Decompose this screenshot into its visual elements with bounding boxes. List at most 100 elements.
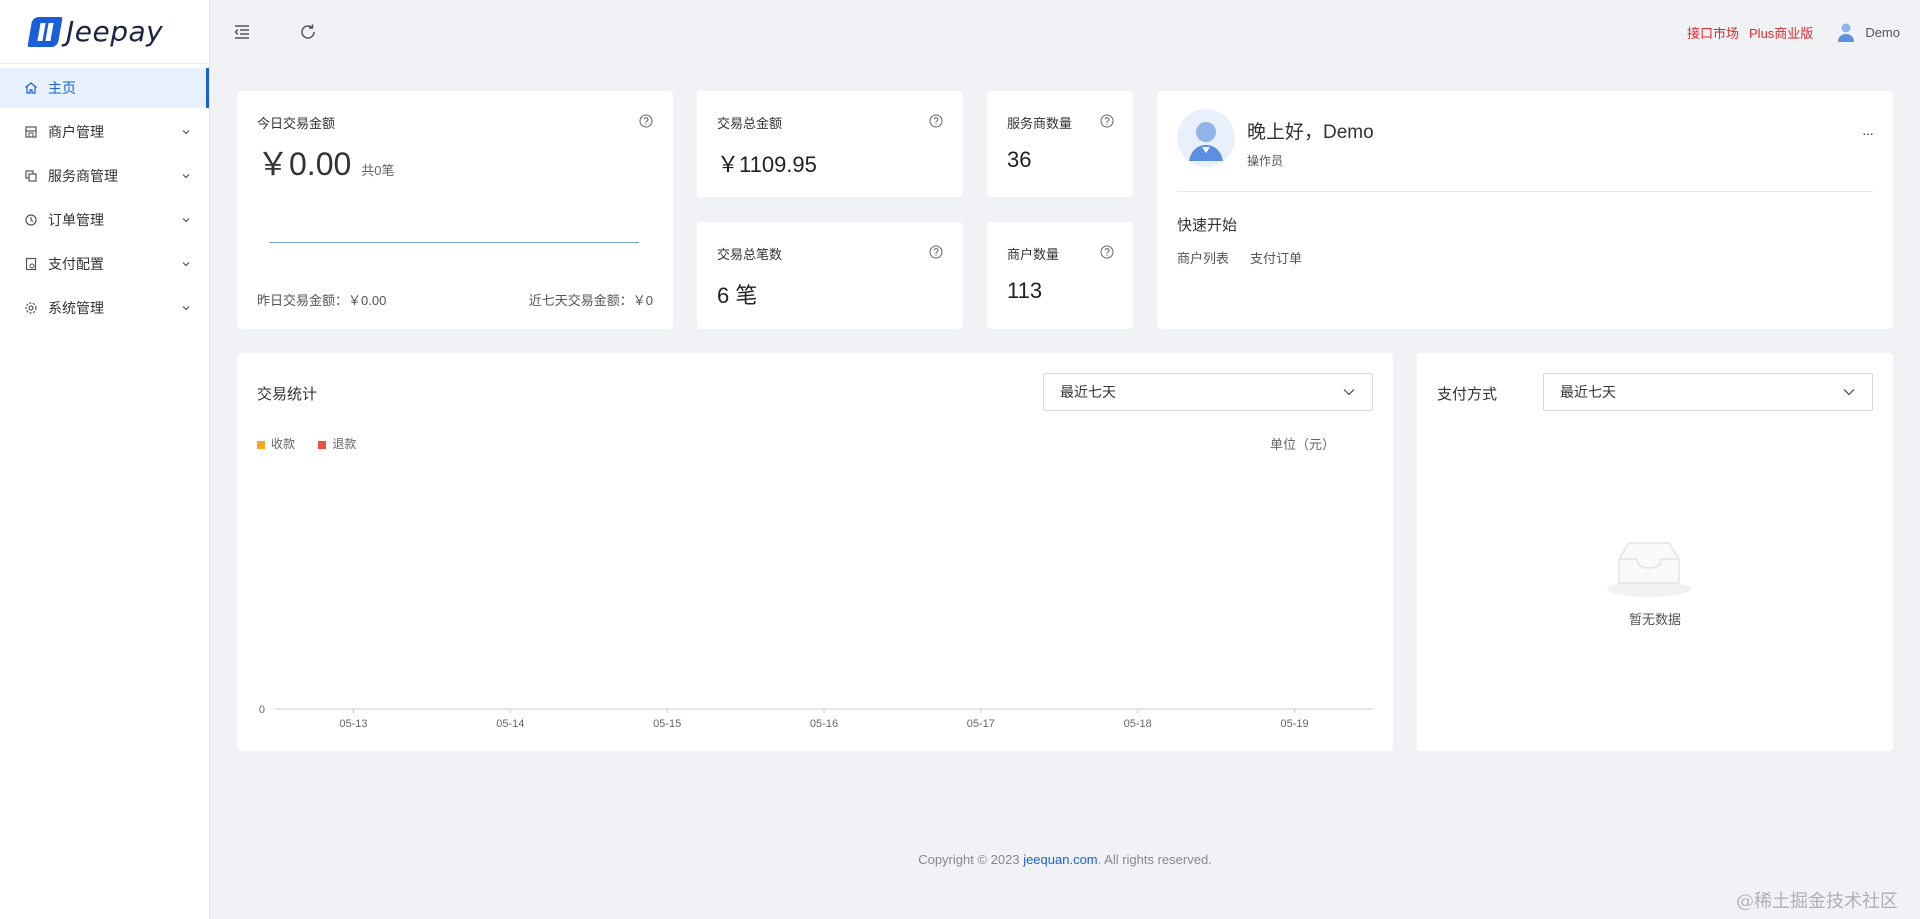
copy-icon bbox=[24, 169, 38, 183]
copyright-prefix: Copyright © 2023 bbox=[918, 852, 1024, 867]
pay-method-card: 支付方式 最近七天 暂无数据 bbox=[1417, 353, 1893, 751]
total-amount-label: 交易总金额 bbox=[717, 116, 783, 131]
sidebar-item-label: 主页 bbox=[48, 80, 76, 96]
help-icon[interactable] bbox=[929, 245, 943, 259]
today-count: 共0笔 bbox=[361, 163, 395, 178]
y-tick-label: 0 bbox=[259, 704, 265, 716]
api-market-link[interactable]: 接口市场 bbox=[1687, 23, 1739, 42]
x-tick-label: 05-18 bbox=[1124, 718, 1152, 730]
merchant-count-label: 商户数量 bbox=[1007, 247, 1060, 262]
avatar bbox=[1177, 109, 1235, 167]
sidebar-item-label: 支付配置 bbox=[48, 256, 104, 272]
trade-stats-title: 交易统计 bbox=[257, 386, 318, 403]
today-amount-label: 今日交易金额 bbox=[257, 116, 336, 131]
week-amount: 近七天交易金额：￥0 bbox=[528, 293, 653, 308]
isv-count-value: 36 bbox=[1007, 147, 1032, 172]
sidebar-item-isv[interactable]: 服务商管理 bbox=[0, 156, 209, 196]
plus-edition-link[interactable]: Plus商业版 bbox=[1749, 23, 1813, 42]
watermark: @稀土掘金技术社区 bbox=[1736, 891, 1898, 912]
user-name: Demo bbox=[1865, 24, 1900, 40]
refresh-icon[interactable] bbox=[296, 20, 320, 44]
sidebar-item-pay-config[interactable]: 支付配置 bbox=[0, 244, 209, 284]
divider bbox=[1177, 191, 1873, 192]
role-label: 操作员 bbox=[1247, 154, 1284, 168]
chevron-down-icon bbox=[181, 127, 191, 137]
sidebar-item-home[interactable]: 主页 bbox=[0, 68, 209, 108]
sidebar-item-order[interactable]: 订单管理 bbox=[0, 200, 209, 240]
trade-range-select[interactable]: 最近七天 bbox=[1043, 373, 1373, 411]
sidebar-item-label: 服务商管理 bbox=[48, 168, 118, 184]
help-icon[interactable] bbox=[1100, 114, 1114, 128]
trade-chart: 0 05-13 05-14 05-15 05-16 05-17 05-18 05-19 bbox=[259, 704, 1373, 730]
legend-item-refund[interactable]: 退款 bbox=[318, 437, 356, 451]
store-icon bbox=[24, 125, 38, 139]
help-icon[interactable] bbox=[639, 114, 653, 128]
sidebar-item-merchant[interactable]: 商户管理 bbox=[0, 112, 209, 152]
avatar-icon bbox=[1835, 21, 1857, 43]
sidebar-item-label: 系统管理 bbox=[48, 300, 104, 316]
more-icon[interactable]: ··· bbox=[1862, 125, 1874, 141]
chevron-down-icon bbox=[181, 303, 191, 313]
pay-method-title: 支付方式 bbox=[1437, 386, 1498, 403]
legend-label: 收款 bbox=[271, 437, 296, 451]
chevron-down-icon bbox=[181, 171, 191, 181]
x-tick-label: 05-14 bbox=[496, 718, 524, 730]
logo-text: Jeepay bbox=[66, 15, 164, 48]
x-tick-label: 05-19 bbox=[1281, 718, 1309, 730]
order-icon bbox=[24, 213, 38, 227]
today-amount-value: ￥0.00 bbox=[257, 146, 352, 182]
trade-stats-card: 交易统计 最近七天 收款 退款 单位（元） 0 05-13 05-14 05-15 05… bbox=[237, 353, 1393, 751]
pay-range-select[interactable]: 最近七天 bbox=[1543, 373, 1873, 411]
sidebar-menu: 主页 商户管理 服务商管理 订单管理 支付配置 系统管理 bbox=[0, 68, 209, 328]
x-tick-label: 05-15 bbox=[653, 718, 681, 730]
chevron-down-icon bbox=[181, 215, 191, 225]
x-tick-label: 05-16 bbox=[810, 718, 838, 730]
legend-marker bbox=[257, 440, 265, 449]
legend-label: 退款 bbox=[332, 437, 357, 451]
empty-inbox-icon bbox=[1605, 537, 1693, 599]
logo-mark-icon bbox=[27, 16, 63, 47]
sidebar-item-label: 商户管理 bbox=[48, 124, 104, 140]
logo[interactable]: Jeepay bbox=[0, 0, 209, 64]
trade-range-value: 最近七天 bbox=[1060, 384, 1116, 400]
config-icon bbox=[24, 257, 38, 271]
total-count-card: 交易总笔数 6 笔 bbox=[697, 222, 963, 329]
quick-start-title: 快速开始 bbox=[1177, 217, 1238, 234]
sidebar: Jeepay 主页 商户管理 服务商管理 订单管理 支付配置 系统管理 bbox=[0, 0, 210, 919]
empty-text: 暂无数据 bbox=[1628, 612, 1681, 627]
pay-range-value: 最近七天 bbox=[1560, 384, 1616, 400]
gear-icon bbox=[24, 301, 38, 315]
help-icon[interactable] bbox=[929, 114, 943, 128]
sidebar-item-label: 订单管理 bbox=[48, 212, 104, 228]
help-icon[interactable] bbox=[1100, 245, 1114, 259]
x-tick-label: 05-13 bbox=[339, 718, 367, 730]
isv-count-card: 服务商数量 36 bbox=[987, 91, 1133, 197]
today-trend-line bbox=[269, 242, 639, 243]
total-count-value: 6 笔 bbox=[717, 283, 758, 308]
chevron-down-icon bbox=[1842, 385, 1856, 399]
chevron-down-icon bbox=[1342, 385, 1356, 399]
yesterday-amount: 昨日交易金额：￥0.00 bbox=[257, 293, 387, 308]
today-amount-card: 今日交易金额 ￥0.00 共0笔 昨日交易金额：￥0.00 近七天交易金额：￥0 bbox=[237, 91, 673, 329]
isv-count-label: 服务商数量 bbox=[1007, 116, 1073, 131]
merchant-count-value: 113 bbox=[1007, 278, 1043, 303]
sidebar-item-system[interactable]: 系统管理 bbox=[0, 288, 209, 328]
menu-fold-icon[interactable] bbox=[230, 20, 254, 44]
footer-link[interactable]: jeequan.com bbox=[1023, 852, 1097, 867]
x-tick-label: 05-17 bbox=[967, 718, 995, 730]
total-amount-value: ￥1109.95 bbox=[717, 152, 817, 177]
quick-link-pay-order[interactable]: 支付订单 bbox=[1250, 248, 1302, 267]
total-amount-card: 交易总金额 ￥1109.95 bbox=[697, 91, 963, 197]
greeting: 晚上好，Demo bbox=[1247, 122, 1374, 143]
quick-link-merchant-list[interactable]: 商户列表 bbox=[1177, 248, 1229, 267]
copyright-suffix: . All rights reserved. bbox=[1097, 852, 1212, 867]
total-count-label: 交易总笔数 bbox=[717, 247, 783, 262]
legend-marker bbox=[318, 440, 327, 449]
chevron-down-icon bbox=[181, 259, 191, 269]
top-header: 接口市场 Plus商业版 Demo bbox=[210, 0, 1920, 64]
merchant-count-card: 商户数量 113 bbox=[987, 222, 1133, 329]
legend-item-income[interactable]: 收款 bbox=[257, 437, 298, 451]
home-icon bbox=[24, 81, 38, 95]
chart-legend: 收款 退款 bbox=[257, 435, 356, 452]
user-menu[interactable]: Demo bbox=[1835, 21, 1900, 43]
